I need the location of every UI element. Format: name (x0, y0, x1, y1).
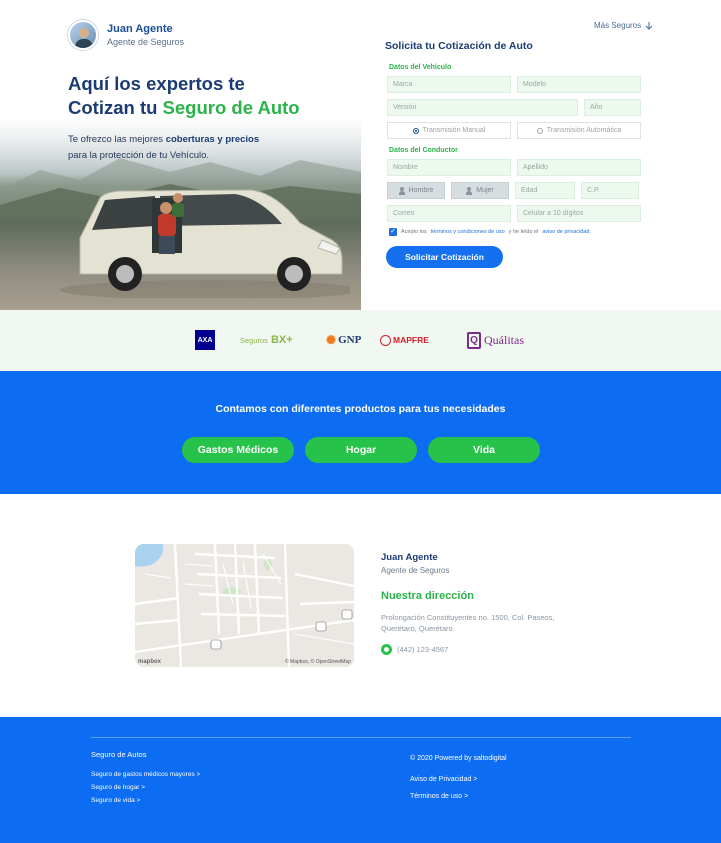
radio-unselected-icon (536, 127, 543, 134)
qualitas-mark: Quálitas (484, 332, 524, 347)
more-insurance-label: Más Seguros (594, 21, 642, 30)
footer-link-gastos[interactable]: Seguro de gastos médicos mayores > (91, 771, 200, 778)
footer-terms-link[interactable]: Términos de uso > (410, 793, 468, 800)
mapfre-mark: MAPFRE (393, 335, 429, 345)
map-streets (135, 544, 354, 667)
product-vida-button[interactable]: Vida (428, 437, 540, 463)
product-gastos-medicos-button[interactable]: Gastos Médicos (182, 437, 294, 463)
whatsapp-icon (381, 644, 392, 655)
agent-name: Juan Agente (107, 22, 173, 35)
mapbox-logo: mapbox (138, 659, 162, 665)
hero-title-line2: Cotizan tu (68, 97, 158, 118)
more-insurance-link[interactable]: Más Seguros (594, 21, 653, 30)
cp-input[interactable]: C.P. (581, 182, 639, 199)
footer-divider (91, 737, 631, 738)
hero-section: Juan Agente Agente de Seguros Aquí los e… (0, 0, 361, 310)
contact-agent-name: Juan Agente (381, 552, 438, 563)
quote-form: Solicita tu Cotización de Auto Datos del… (385, 40, 645, 268)
marca-input[interactable]: Marca (387, 76, 511, 93)
anio-input[interactable]: Año (584, 99, 641, 116)
automatic-transmission-radio[interactable]: Transmisión Automática (517, 122, 641, 139)
person-icon (466, 186, 473, 195)
agent-header: Juan Agente Agente de Seguros (68, 20, 184, 50)
page: Juan Agente Agente de Seguros Aquí los e… (0, 0, 721, 843)
insurers-logo-strip: AXA Seguros BX+ ✺ GNP MAPFRE Q Quálitas (0, 310, 721, 371)
agent-avatar (68, 20, 98, 50)
arrow-down-icon (645, 21, 653, 30)
privacy-link[interactable]: aviso de privacidad. (542, 229, 591, 235)
gnp-logo: ✺ GNP (326, 330, 361, 350)
hero-title-line1: Aquí los expertos te (68, 73, 245, 94)
form-title: Solicita tu Cotización de Auto (385, 40, 533, 52)
gender-male-button[interactable]: Hombre (387, 182, 445, 199)
product-hogar-button[interactable]: Hogar (305, 437, 417, 463)
terms-row: ✓ Acepto los términos y condiciones de u… (389, 228, 645, 236)
lead-bold: coberturas y precios (165, 134, 260, 145)
address-title: Nuestra dirección (381, 590, 474, 602)
apellido-input[interactable]: Apellido (517, 159, 641, 176)
modelo-input[interactable]: Modelo (517, 76, 641, 93)
products-title: Contamos con diferentes productos para t… (215, 403, 506, 415)
address-text: Prolongación Constituyentes no. 1500, Co… (381, 613, 555, 633)
mapfre-circle-icon (380, 334, 391, 346)
lead-text-2: para la protección de tu Vehículo. (68, 150, 210, 161)
driver-section-label: Datos del Conductor (389, 147, 458, 154)
vehicle-section-label: Datos del Vehículo (389, 64, 452, 71)
checkbox-checked-icon[interactable]: ✓ (389, 228, 397, 236)
gnp-star-icon: ✺ (326, 333, 337, 347)
map-attribution[interactable]: © Mapbox, © OpenStreetMap (285, 659, 351, 665)
manual-transmission-radio[interactable]: Transmisión Manual (387, 122, 511, 139)
female-label: Mujer (476, 187, 494, 194)
automatic-label: Transmisión Automática (546, 127, 622, 134)
agent-role: Agente de Seguros (107, 36, 185, 47)
male-label: Hombre (408, 187, 434, 194)
bx-mark: BX+ (270, 334, 293, 346)
terms-prefix: Acepto los (401, 229, 427, 235)
edad-input[interactable]: Edad (515, 182, 575, 199)
nombre-input[interactable]: Nombre (387, 159, 511, 176)
hero-title-highlight: Seguro de Auto (162, 97, 300, 118)
footer-section-title: Seguro de Autos (91, 750, 147, 759)
version-input[interactable]: Versión (387, 99, 578, 116)
lead-text: Te ofrezco las mejores (68, 134, 164, 145)
phone-number: (442) 123-4567 (397, 645, 449, 654)
footer-copyright: © 2020 Powered by saltodigital (410, 755, 507, 762)
footer: Seguro de Autos Seguro de gastos médicos… (0, 717, 721, 843)
person-icon (398, 186, 405, 195)
footer-link-vida[interactable]: Seguro de vida > (91, 797, 140, 804)
correo-input[interactable]: Correo (387, 205, 511, 222)
qualitas-q-icon: Q (467, 331, 481, 349)
bx-prefix: Seguros (240, 335, 268, 345)
phone-row[interactable]: (442) 123-4567 (381, 644, 448, 655)
submit-quote-button[interactable]: Solicitar Cotización (386, 246, 503, 268)
axa-logo: AXA (195, 330, 215, 350)
bx-logo: Seguros BX+ (240, 330, 293, 350)
products-section: Contamos con diferentes productos para t… (0, 371, 721, 494)
family-car-illustration (60, 189, 350, 298)
gnp-mark: GNP (338, 334, 362, 346)
footer-link-hogar[interactable]: Seguro de hogar > (91, 784, 145, 791)
terms-link[interactable]: términos y condiciones de uso (431, 229, 505, 235)
hero-lead: Te ofrezco las mejores coberturas y prec… (68, 132, 328, 164)
radio-selected-icon (412, 127, 419, 134)
celular-input[interactable]: Celular a 10 dígitos (517, 205, 641, 222)
footer-privacy-link[interactable]: Aviso de Privacidad > (410, 776, 477, 783)
hero-title: Aquí los expertos te Cotizan tu Seguro d… (68, 72, 358, 120)
gender-female-button[interactable]: Mujer (451, 182, 509, 199)
location-map[interactable]: mapbox © Mapbox, © OpenStreetMap (135, 544, 354, 667)
qualitas-logo: Q Quálitas (467, 330, 524, 350)
contact-agent-role: Agente de Seguros (381, 566, 450, 575)
manual-label: Transmisión Manual (422, 127, 486, 134)
mapfre-logo: MAPFRE (380, 330, 429, 350)
terms-mid: y he leído el (508, 229, 539, 235)
